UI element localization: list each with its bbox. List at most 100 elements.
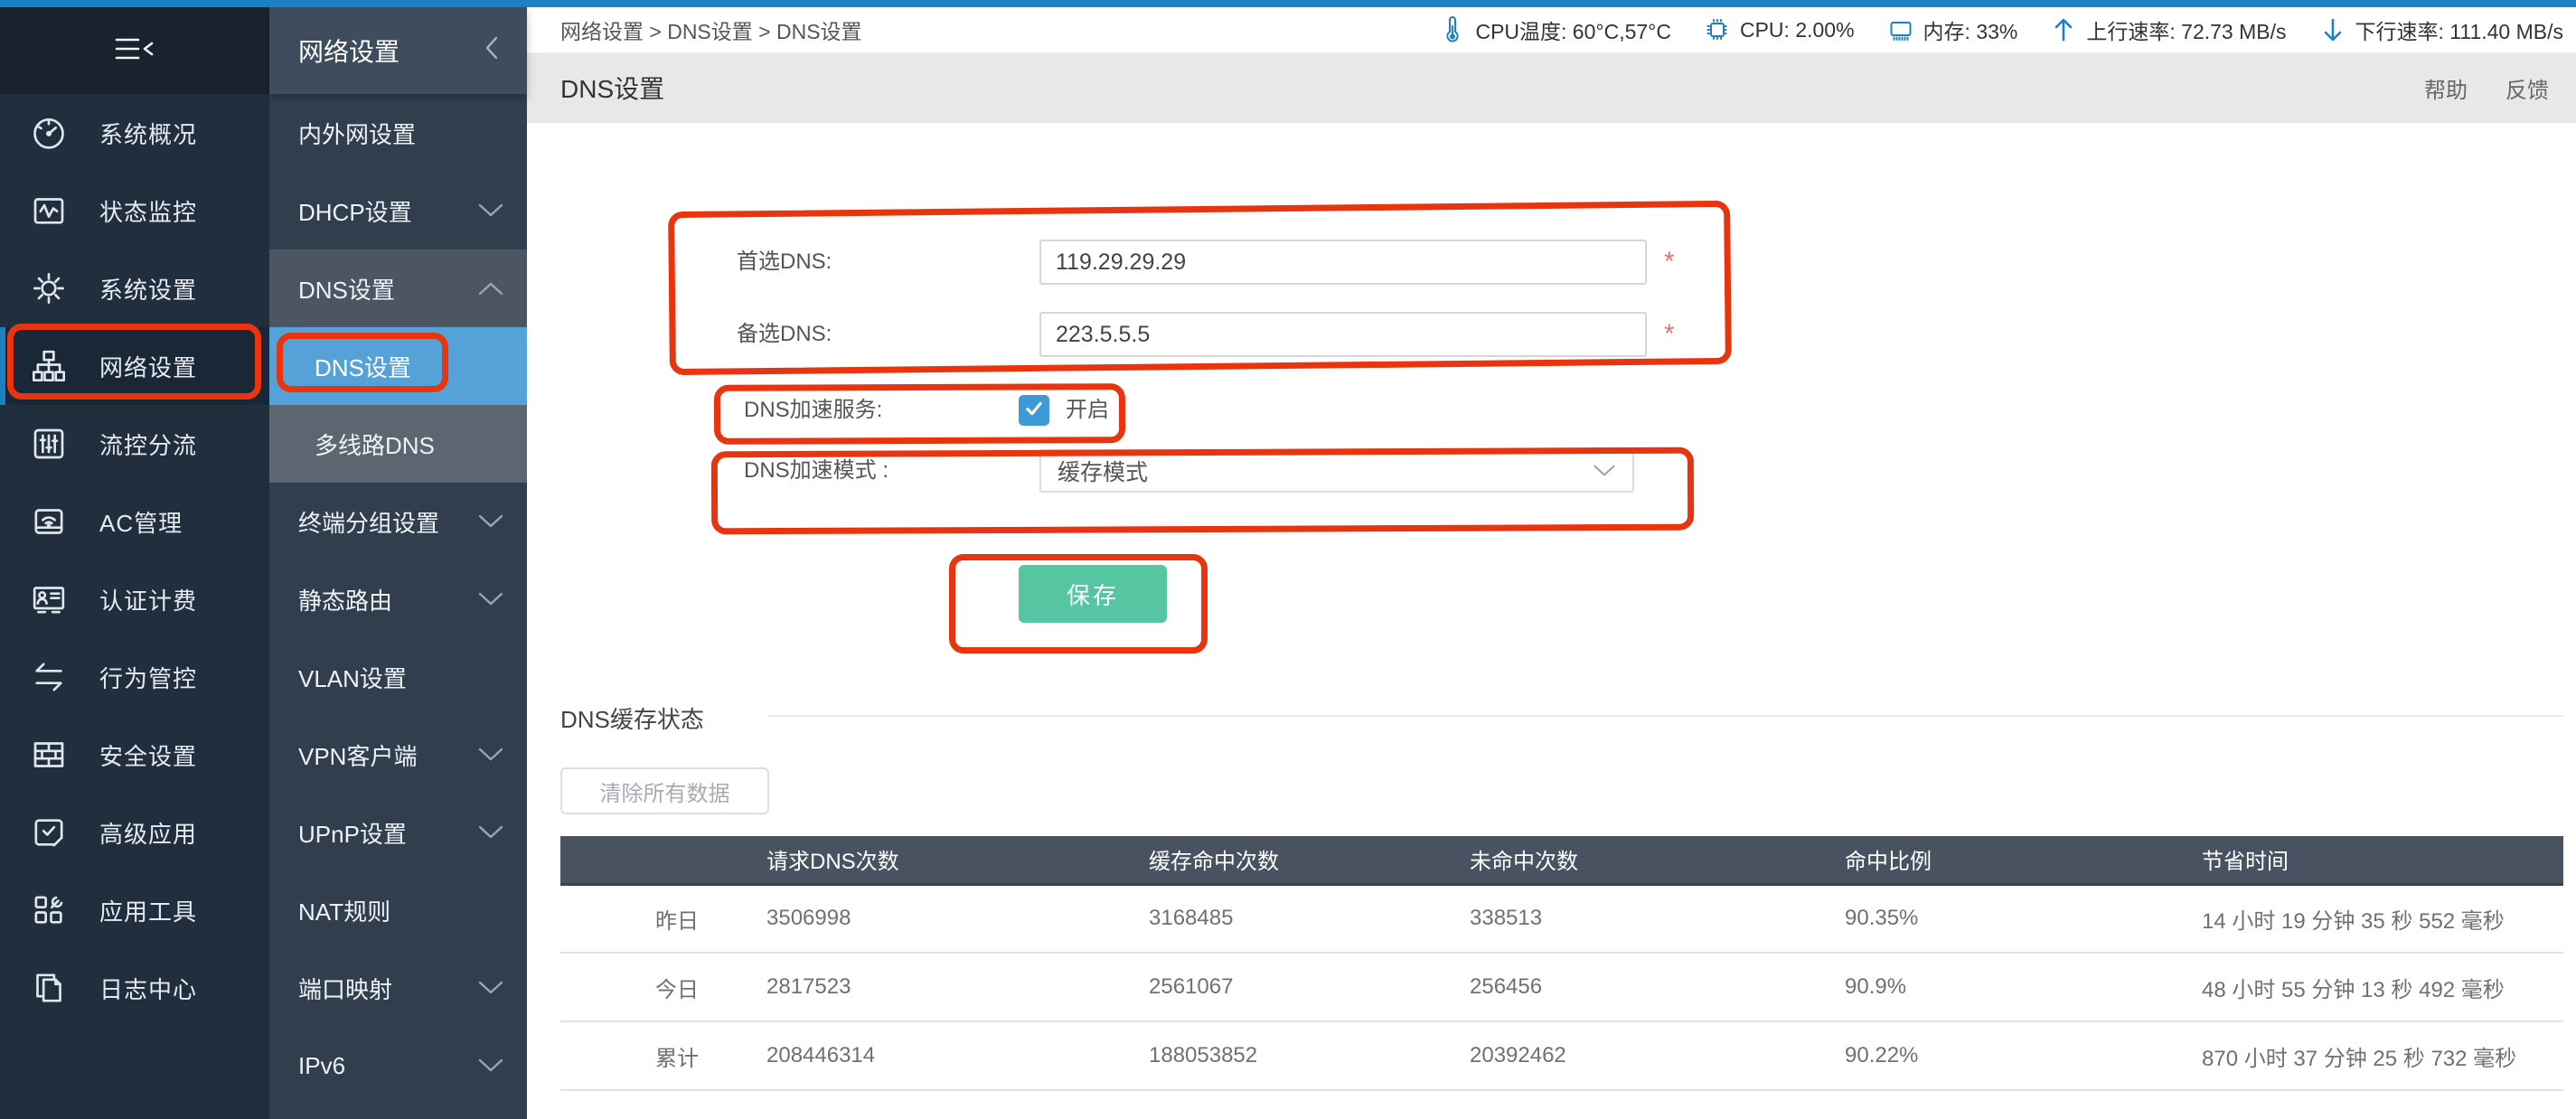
sidebar-item-label: 高级应用 bbox=[99, 816, 197, 850]
dns-accel-checkbox-label: 开启 bbox=[1066, 389, 1109, 432]
router-admin-page: 系统概况状态监控系统设置网络设置流控分流AC管理认证计费行为管控安全设置高级应用… bbox=[0, 0, 2576, 1119]
sidebar-item-status-monitor[interactable]: 状态监控 bbox=[0, 172, 269, 249]
submenu-item-nat-rules[interactable]: NAT规则 bbox=[269, 871, 527, 949]
submenu-item-label: DNS设置 bbox=[298, 272, 395, 306]
chevron-down-icon bbox=[478, 981, 503, 995]
arrow-up-icon bbox=[2050, 15, 2077, 44]
submenu-item-label: VLAN设置 bbox=[298, 661, 407, 694]
table-row: 今日2817523256106725645690.9%48 小时 55 分钟 1… bbox=[560, 953, 2563, 1021]
submenu-item-label: IPv6 bbox=[298, 1052, 345, 1080]
dns-accel-service-label: DNS加速服务: bbox=[744, 389, 882, 432]
sidebar-nav: 系统概况状态监控系统设置网络设置流控分流AC管理认证计费行为管控安全设置高级应用… bbox=[0, 94, 269, 1027]
table-cell: 188053852 bbox=[1133, 1021, 1453, 1090]
submenu-item-upnp-settings[interactable]: UPnP设置 bbox=[269, 794, 527, 871]
sidebar-item-system-overview[interactable]: 系统概况 bbox=[0, 94, 269, 172]
table-cell: 2817523 bbox=[750, 953, 1133, 1021]
cache-section-title: DNS缓存状态 bbox=[560, 701, 704, 735]
upload-rate-status: 上行速率: 72.73 MB/s bbox=[2050, 14, 2286, 45]
table-row: 累计2084463141880538522039246290.22%870 小时… bbox=[560, 1021, 2563, 1090]
submenu-item-lan-wan-settings[interactable]: 内外网设置 bbox=[269, 94, 527, 172]
submenu-item-label: 内外网设置 bbox=[298, 117, 416, 150]
sidebar-item-auth-billing[interactable]: 认证计费 bbox=[0, 560, 269, 638]
chevron-down-icon bbox=[1593, 465, 1616, 477]
download-rate-status: 下行速率: 111.40 MB/s bbox=[2319, 14, 2564, 45]
table-cell: 14 小时 19 分钟 35 秒 552 毫秒 bbox=[2186, 884, 2563, 953]
table-cell: 208446314 bbox=[750, 1021, 1133, 1090]
table-cell: 3506998 bbox=[750, 884, 1133, 953]
gear-icon bbox=[31, 270, 67, 306]
submenu-item-static-route[interactable]: 静态路由 bbox=[269, 560, 527, 638]
table-cell: 90.9% bbox=[1829, 953, 2186, 1021]
submenu-header[interactable]: 网络设置 bbox=[269, 7, 527, 94]
submenu-item-vlan-settings[interactable]: VLAN设置 bbox=[269, 638, 527, 716]
memory-usage-status: 内存: 33% bbox=[1887, 14, 2018, 45]
dns-accel-checkbox[interactable] bbox=[1019, 395, 1049, 426]
hamburger-icon bbox=[111, 33, 158, 69]
table-header-cell: 未命中次数 bbox=[1453, 836, 1829, 884]
sidebar-item-advanced-apps[interactable]: 高级应用 bbox=[0, 794, 269, 871]
secondary-dns-required-mark: * bbox=[1664, 319, 1675, 350]
table-cell: 48 小时 55 分钟 13 秒 492 毫秒 bbox=[2186, 953, 2563, 1021]
submenu-item-dns-settings[interactable]: DNS设置 bbox=[269, 327, 527, 405]
submenu-item-dhcp-settings[interactable]: DHCP设置 bbox=[269, 172, 527, 249]
chevron-down-icon bbox=[478, 1058, 503, 1073]
sidebar-item-log-center[interactable]: 日志中心 bbox=[0, 949, 269, 1027]
row-label-cell: 今日 bbox=[560, 953, 750, 1021]
submenu-item-terminal-group-settings[interactable]: 终端分组设置 bbox=[269, 483, 527, 560]
sidebar-item-system-settings[interactable]: 系统设置 bbox=[0, 249, 269, 327]
dns-accel-mode-label: DNS加速模式 : bbox=[744, 449, 888, 493]
check-icon bbox=[1023, 398, 1045, 424]
sidebar-item-label: 认证计费 bbox=[99, 583, 197, 616]
sidebar-item-label: 安全设置 bbox=[99, 738, 197, 772]
sidebar-collapse-button[interactable] bbox=[0, 7, 269, 94]
table-header-cell: 缓存命中次数 bbox=[1133, 836, 1453, 884]
sub-sidebar: 网络设置 内外网设置DHCP设置DNS设置DNS设置多线路DNS终端分组设置静态… bbox=[269, 7, 527, 1119]
submenu-item-label: DHCP设置 bbox=[298, 194, 412, 228]
secondary-dns-input[interactable] bbox=[1039, 312, 1647, 357]
table-header-cell: 命中比例 bbox=[1829, 836, 2186, 884]
arrow-down-icon bbox=[2319, 15, 2346, 44]
table-row: 昨日3506998316848533851390.35%14 小时 19 分钟 … bbox=[560, 884, 2563, 953]
clear-all-data-button[interactable]: 清除所有数据 bbox=[560, 767, 769, 814]
sidebar-item-app-tools[interactable]: 应用工具 bbox=[0, 871, 269, 949]
sidebar-item-behavior-control[interactable]: 行为管控 bbox=[0, 638, 269, 716]
status-text: 上行速率: 72.73 MB/s bbox=[2086, 14, 2286, 45]
dns-accel-mode-select[interactable]: 缓存模式 bbox=[1039, 449, 1634, 493]
table-header-cell: 节省时间 bbox=[2186, 836, 2563, 884]
content-pane: 网络设置 > DNS设置 > DNS设置 CPU温度: 60°C,57°CCPU… bbox=[527, 7, 2576, 1119]
breadcrumb: 网络设置 > DNS设置 > DNS设置 bbox=[560, 14, 862, 45]
calendar-check-icon bbox=[31, 814, 67, 851]
top-accent-line bbox=[0, 0, 2576, 7]
feedback-link[interactable]: 反馈 bbox=[2505, 72, 2549, 104]
primary-dns-input[interactable] bbox=[1039, 240, 1647, 285]
status-text: 下行速率: 111.40 MB/s bbox=[2355, 14, 2564, 45]
sidebar-item-security-settings[interactable]: 安全设置 bbox=[0, 716, 269, 794]
chevron-left-icon bbox=[482, 34, 502, 68]
gauge-icon bbox=[31, 115, 67, 151]
table-header-row: 请求DNS次数缓存命中次数未命中次数命中比例节省时间 bbox=[560, 836, 2563, 884]
submenu-item-multiline-dns[interactable]: 多线路DNS bbox=[269, 405, 527, 483]
submenu-item-port-mapping[interactable]: 端口映射 bbox=[269, 949, 527, 1027]
submenu-item-label: NAT规则 bbox=[298, 894, 390, 927]
help-link[interactable]: 帮助 bbox=[2424, 72, 2468, 104]
wall-icon bbox=[31, 737, 67, 773]
submenu-item-vpn-client[interactable]: VPN客户端 bbox=[269, 716, 527, 794]
table-cell: 338513 bbox=[1453, 884, 1829, 953]
submenu-item-dns-settings-parent[interactable]: DNS设置 bbox=[269, 249, 527, 327]
sidebar-item-flow-control[interactable]: 流控分流 bbox=[0, 405, 269, 483]
sidebar-item-label: 应用工具 bbox=[99, 894, 197, 927]
table-cell: 2561067 bbox=[1133, 953, 1453, 1021]
save-button[interactable]: 保存 bbox=[1019, 565, 1167, 623]
page-title-bar: DNS设置 帮助 反馈 bbox=[527, 52, 2576, 123]
sidebar-item-network-settings[interactable]: 网络设置 bbox=[0, 327, 269, 405]
submenu-item-ipv6[interactable]: IPv6 bbox=[269, 1027, 527, 1105]
primary-dns-label: 首选DNS: bbox=[737, 240, 832, 285]
sidebar-item-label: 网络设置 bbox=[99, 350, 197, 383]
primary-dns-required-mark: * bbox=[1664, 247, 1675, 277]
status-text: CPU温度: 60°C,57°C bbox=[1475, 14, 1671, 45]
table-cell: 20392462 bbox=[1453, 1021, 1829, 1090]
cpu-temperature-status: CPU温度: 60°C,57°C bbox=[1439, 14, 1671, 45]
sidebar-item-ac-management[interactable]: AC管理 bbox=[0, 483, 269, 560]
dns-cache-table: 请求DNS次数缓存命中次数未命中次数命中比例节省时间 昨日35069983168… bbox=[560, 836, 2563, 1091]
table-header-cell: 请求DNS次数 bbox=[750, 836, 1133, 884]
